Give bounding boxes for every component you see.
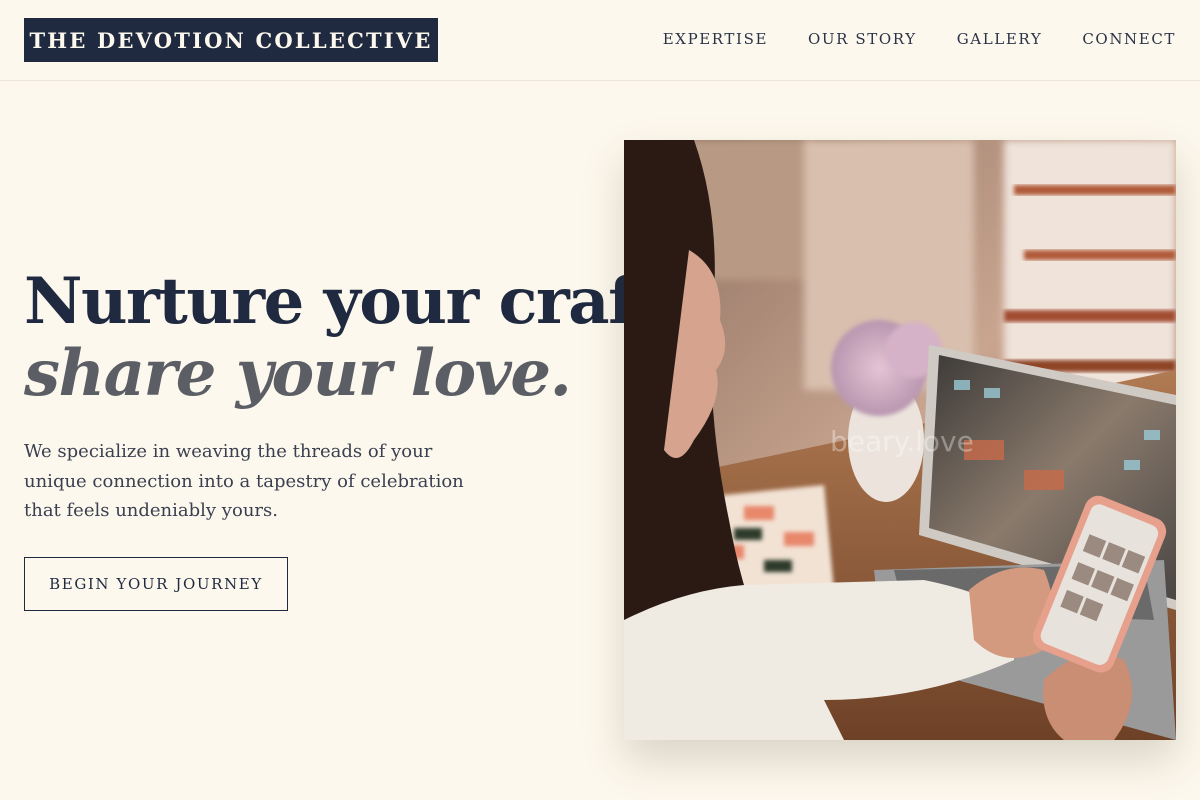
nav-link-our-story[interactable]: OUR STORY: [808, 30, 917, 48]
hero-description: We specialize in weaving the threads of …: [24, 441, 464, 521]
site-logo[interactable]: THE DEVOTION COLLECTIVE: [24, 18, 438, 62]
hero-headline: Nurture your craft, share your love.: [24, 264, 685, 411]
hero-headline-line2: share your love.: [24, 336, 572, 411]
site-header: THE DEVOTION COLLECTIVE EXPERTISE OUR ST…: [0, 0, 1200, 81]
hero-photo: beary.love: [624, 140, 1176, 740]
nav-link-expertise[interactable]: EXPERTISE: [663, 30, 768, 48]
main-nav: EXPERTISE OUR STORY GALLERY CONNECT: [663, 30, 1176, 48]
nav-link-connect[interactable]: CONNECT: [1082, 30, 1176, 48]
nav-link-gallery[interactable]: GALLERY: [957, 30, 1043, 48]
photo-watermark: beary.love: [830, 425, 974, 458]
hero-headline-line1: Nurture your craft,: [24, 264, 685, 339]
begin-journey-button[interactable]: BEGIN YOUR JOURNEY: [24, 557, 288, 611]
